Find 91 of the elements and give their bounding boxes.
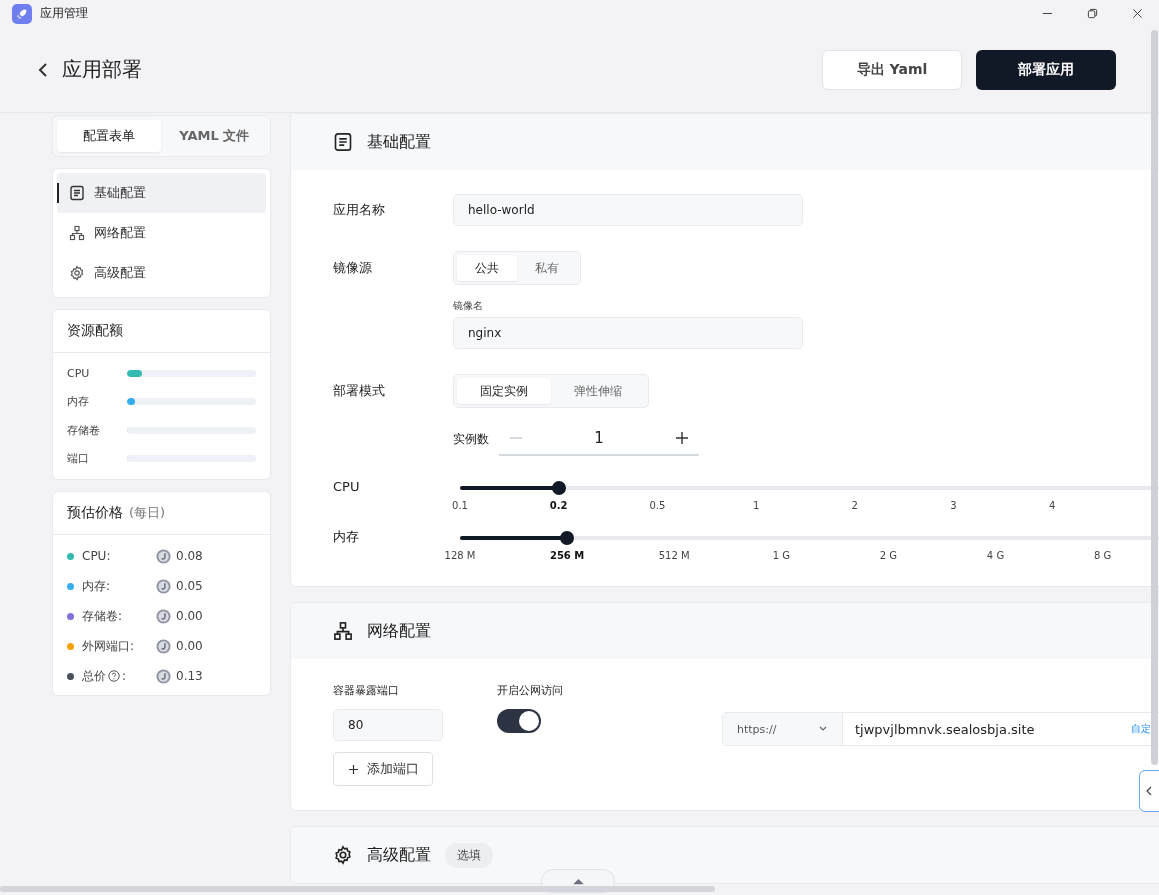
image-name-field[interactable]: nginx [453, 317, 803, 349]
field-label: 实例数 [453, 430, 490, 448]
quota-label: 内存 [67, 394, 90, 410]
document-icon [69, 185, 85, 201]
chevron-left-icon [1146, 786, 1152, 796]
rocket-logo-icon [12, 3, 32, 24]
export-button[interactable]: 导出 Yaml [822, 49, 962, 90]
network-icon [333, 621, 353, 641]
nav-item[interactable]: 高级配置 [57, 253, 266, 293]
price-note: (每日) [129, 504, 166, 522]
price-label: : [122, 669, 127, 683]
restore-icon[interactable] [1087, 8, 1098, 19]
section-title: 基础配置 [367, 131, 431, 153]
price-label: CPU: [82, 549, 111, 563]
page-title: 应用部署 [62, 56, 142, 83]
slider-handle[interactable] [560, 531, 575, 545]
tick-label: 0.2 [549, 500, 568, 511]
document-icon [333, 132, 353, 152]
quota-label: CPU [67, 366, 91, 380]
chevron-down-icon [818, 726, 828, 732]
segment-option[interactable]: 弹性伸缩 [551, 378, 645, 404]
field-label: 镜像源 [333, 259, 373, 277]
field-label: 镜像名 [453, 299, 484, 313]
tick-label: 2 [851, 500, 858, 511]
port-field[interactable]: 80 [333, 709, 443, 741]
tick-label: 512 M [658, 550, 690, 561]
segment-option[interactable]: 私有 [517, 255, 577, 281]
price-label: 外网端口: [82, 637, 135, 655]
public-access-toggle[interactable] [497, 709, 541, 733]
help-icon[interactable] [108, 670, 120, 682]
tick-label: 4 [1049, 500, 1056, 511]
network-icon [69, 225, 85, 241]
scrollbar[interactable] [1151, 30, 1158, 765]
tick-label: 0.5 [649, 500, 666, 511]
domain-field[interactable]: tjwpvjlbmnvk.sealosbja.site [843, 721, 1115, 737]
price-label: 内存: [82, 577, 111, 595]
coin-icon [156, 638, 171, 654]
field-label: CPU [333, 482, 361, 496]
slider-handle[interactable] [551, 481, 566, 495]
instance-stepper[interactable]: 1 [499, 422, 699, 456]
price-value: 0.13 [176, 669, 203, 683]
add-port-button[interactable]: 添加端口 [333, 752, 433, 786]
plus-icon [347, 763, 359, 775]
custom-domain-link[interactable]: 自定 [1131, 722, 1151, 736]
price-value: 0.00 [176, 639, 203, 653]
instance-count: 1 [594, 429, 604, 447]
field-label: 应用名称 [333, 201, 386, 219]
protocol-select[interactable]: https:// [723, 713, 843, 745]
app-title: 应用管理 [40, 5, 88, 22]
coin-icon [156, 608, 171, 624]
section-title: 网络配置 [367, 620, 431, 642]
scrollbar[interactable] [0, 886, 715, 892]
tick-label: 2 G [879, 550, 898, 561]
quota-label: 存储卷 [67, 422, 101, 438]
tick-label: 8 G [1093, 550, 1112, 561]
optional-badge: 选填 [445, 842, 493, 868]
section-title: 高级配置 [367, 844, 431, 866]
price-label: 总价 [82, 667, 106, 685]
segment-option[interactable]: 固定实例 [457, 378, 551, 404]
tick-label: 0.1 [452, 500, 468, 511]
coin-icon [156, 548, 171, 564]
price-value: 0.00 [176, 609, 203, 623]
tick-label: 1 G [772, 550, 790, 561]
price-label: 存储卷: [82, 607, 123, 625]
price-value: 0.05 [176, 579, 203, 593]
nav-item[interactable]: 网络配置 [57, 213, 266, 253]
quota-label: 端口 [67, 451, 90, 467]
tick-label: 256 M [549, 550, 585, 561]
nav-item[interactable]: 基础配置 [57, 173, 266, 213]
tick-label: 1 [752, 500, 760, 511]
app-name-field[interactable]: hello-world [453, 194, 803, 226]
field-label: 开启公网访问 [497, 683, 564, 698]
form-tab[interactable]: YAML 文件 [162, 120, 266, 152]
tick-label: 4 G [986, 550, 1005, 561]
tick-label: 128 M [444, 550, 476, 561]
segment-option[interactable]: 公共 [457, 255, 517, 281]
settings-icon [69, 265, 85, 281]
deploy-button[interactable]: 部署应用 [976, 49, 1116, 90]
quota-title: 资源配额 [67, 322, 123, 340]
settings-icon [333, 845, 353, 865]
coin-icon [156, 668, 171, 684]
close-icon[interactable] [1132, 8, 1143, 19]
field-label: 容器暴露端口 [333, 683, 400, 698]
tick-label: 3 [950, 500, 957, 511]
field-label: 部署模式 [333, 382, 386, 400]
form-tab[interactable]: 配置表单 [57, 120, 161, 152]
price-title: 预估价格 [67, 504, 123, 522]
coin-icon [156, 578, 171, 594]
back-icon[interactable] [38, 61, 48, 78]
plus-icon[interactable] [675, 431, 689, 445]
price-value: 0.08 [176, 549, 203, 563]
